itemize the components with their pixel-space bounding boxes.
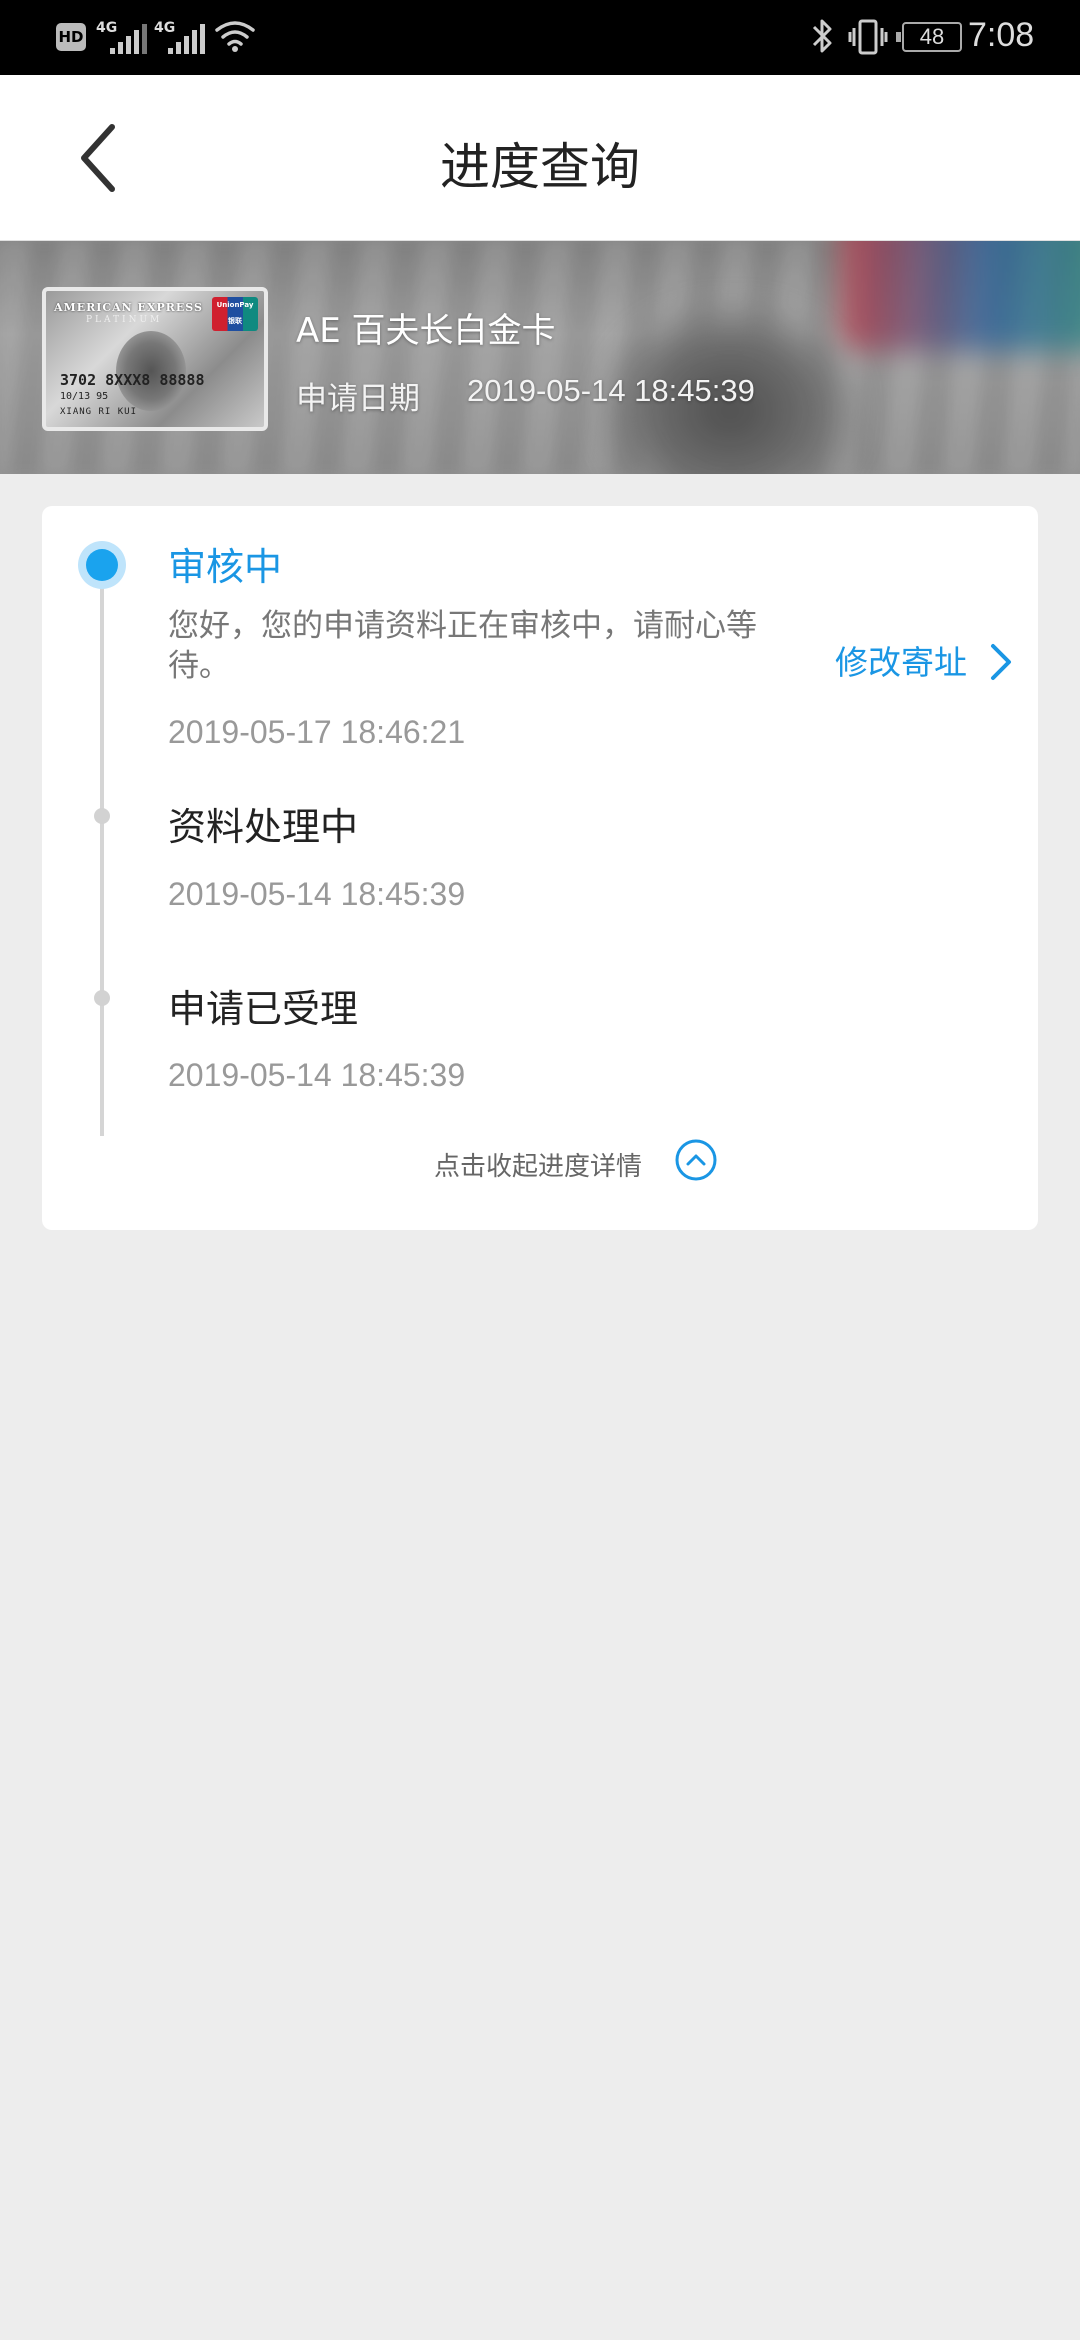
- apply-date-label: 申请日期: [296, 381, 420, 417]
- signal-1-icon: 4G: [96, 16, 152, 56]
- unionpay-logo: UnionPay 银联: [212, 297, 258, 331]
- bluetooth-icon: [812, 19, 832, 53]
- card-image: AMERICAN EXPRESS PLATINUM UnionPay 银联 37…: [42, 287, 268, 431]
- status-bar: HD 4G 4G 48 7:08: [0, 0, 1080, 75]
- chevron-up-circle-icon: [675, 1139, 717, 1181]
- step-time: 2019-05-17 18:46:21: [168, 714, 466, 750]
- card-number: 3702 8XXX8 88888: [60, 371, 205, 389]
- timeline-dot: [94, 808, 110, 824]
- vibrate-icon: [848, 19, 888, 55]
- card-tier-text: PLATINUM: [86, 315, 163, 325]
- card-expiry: 10/13 95: [60, 391, 109, 402]
- step-title: 申请已受理: [168, 987, 359, 1031]
- card-banner: AMERICAN EXPRESS PLATINUM UnionPay 银联 37…: [0, 241, 1080, 474]
- hd-badge: HD: [56, 23, 86, 51]
- wifi-icon: [215, 21, 255, 52]
- collapse-details-label: 点击收起进度详情: [434, 1152, 643, 1182]
- signal-2-icon: 4G: [154, 16, 210, 56]
- clock: 7:08: [968, 16, 1035, 54]
- card-brand-text: AMERICAN EXPRESS: [54, 301, 203, 314]
- step-title: 资料处理中: [168, 805, 359, 849]
- card-holder: XIANG RI KUI: [60, 407, 138, 417]
- progress-card: 审核中 您好，您的申请资料正在审核中，请耐心等待。 2019-05-17 18:…: [42, 506, 1038, 1230]
- step-time: 2019-05-14 18:45:39: [168, 876, 466, 912]
- timeline-dot: [94, 990, 110, 1006]
- apply-date-value: 2019-05-14 18:45:39: [467, 373, 755, 408]
- battery-icon: 48: [896, 22, 962, 52]
- app-header: 进度查询: [0, 75, 1080, 241]
- timeline-dot-active: [78, 541, 126, 589]
- modify-address-link[interactable]: 修改寄址: [835, 636, 1011, 696]
- step-time: 2019-05-14 18:45:39: [168, 1057, 466, 1093]
- chevron-right-icon: [991, 644, 1011, 680]
- step-title: 审核中: [168, 545, 283, 589]
- modify-address-label: 修改寄址: [835, 643, 967, 682]
- page-title: 进度查询: [440, 138, 640, 196]
- timeline-line: [100, 556, 104, 1136]
- card-name: AE 百夫长白金卡: [296, 311, 556, 351]
- step-description: 您好，您的申请资料正在审核中，请耐心等待。: [168, 608, 757, 684]
